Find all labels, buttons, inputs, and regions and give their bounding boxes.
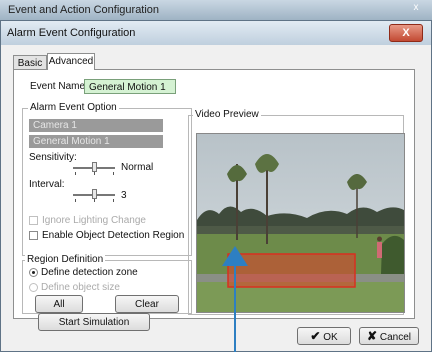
define-detection-zone-radio[interactable] bbox=[29, 268, 38, 277]
region-definition-group: Region Definition Define detection zone … bbox=[22, 254, 192, 314]
all-button[interactable]: All bbox=[35, 295, 83, 313]
cancel-button[interactable]: ✘ Cancel bbox=[359, 327, 419, 345]
x-icon: ✘ bbox=[367, 329, 378, 343]
slider-tick bbox=[113, 172, 114, 175]
outer-window-title: Event and Action Configuration bbox=[8, 4, 160, 16]
slider-tick bbox=[75, 172, 76, 175]
event-name-field[interactable]: General Motion 1 bbox=[84, 79, 176, 94]
cancel-label: Cancel bbox=[379, 332, 411, 343]
slider-tick bbox=[94, 172, 95, 175]
region-definition-title: Region Definition bbox=[25, 254, 106, 265]
video-preview-title: Video Preview bbox=[193, 109, 261, 120]
interval-slider-thumb[interactable] bbox=[92, 189, 97, 199]
define-object-size-label: Define object size bbox=[41, 282, 120, 293]
sensitivity-value: Normal bbox=[121, 162, 154, 173]
list-item[interactable]: General Motion 1 bbox=[29, 135, 163, 148]
clear-button[interactable]: Clear bbox=[115, 295, 179, 313]
ignore-lighting-checkbox[interactable] bbox=[29, 216, 38, 225]
event-name-label: Event Name: bbox=[30, 81, 88, 92]
check-icon: ✔ bbox=[310, 329, 321, 343]
start-simulation-button[interactable]: Start Simulation bbox=[38, 313, 150, 331]
sensitivity-label: Sensitivity: bbox=[29, 152, 77, 163]
annotation-arrow-head bbox=[222, 246, 248, 266]
ok-button[interactable]: ✔ OK bbox=[297, 327, 351, 345]
dialog-titlebar: Alarm Event Configuration X bbox=[1, 21, 431, 45]
alarm-event-dialog: Alarm Event Configuration X Basic Advanc… bbox=[0, 20, 432, 352]
outer-window-titlebar: Event and Action Configuration x bbox=[0, 0, 432, 21]
object-detection-checkbox[interactable] bbox=[29, 231, 38, 240]
object-detection-label: Enable Object Detection Region bbox=[42, 230, 185, 241]
interval-label: Interval: bbox=[29, 179, 65, 190]
sensitivity-slider-thumb[interactable] bbox=[92, 162, 97, 172]
tab-advanced[interactable]: Advanced bbox=[47, 53, 95, 70]
alarm-event-option-title: Alarm Event Option bbox=[28, 102, 119, 113]
list-item[interactable]: Camera 1 bbox=[29, 119, 163, 132]
dialog-title: Alarm Event Configuration bbox=[7, 27, 136, 39]
slider-tick bbox=[94, 199, 95, 202]
slider-tick bbox=[113, 199, 114, 202]
annotation-arrow-shaft bbox=[234, 260, 236, 352]
outer-close-icon[interactable]: x bbox=[408, 2, 424, 16]
ignore-lighting-label: Ignore Lighting Change bbox=[42, 215, 146, 226]
tab-basic[interactable]: Basic bbox=[13, 55, 47, 70]
video-scene bbox=[197, 134, 404, 312]
slider-tick bbox=[75, 199, 76, 202]
define-object-size-radio[interactable] bbox=[29, 283, 38, 292]
define-detection-zone-label: Define detection zone bbox=[41, 267, 138, 278]
dialog-close-button[interactable]: X bbox=[389, 24, 423, 42]
video-preview-image[interactable] bbox=[196, 133, 405, 313]
ok-label: OK bbox=[323, 332, 338, 343]
dialog-client: Basic Advanced Event Name: General Motio… bbox=[1, 45, 431, 351]
interval-value: 3 bbox=[121, 190, 127, 201]
alarm-event-option-group: Alarm Event Option Camera 1 General Moti… bbox=[22, 102, 192, 256]
